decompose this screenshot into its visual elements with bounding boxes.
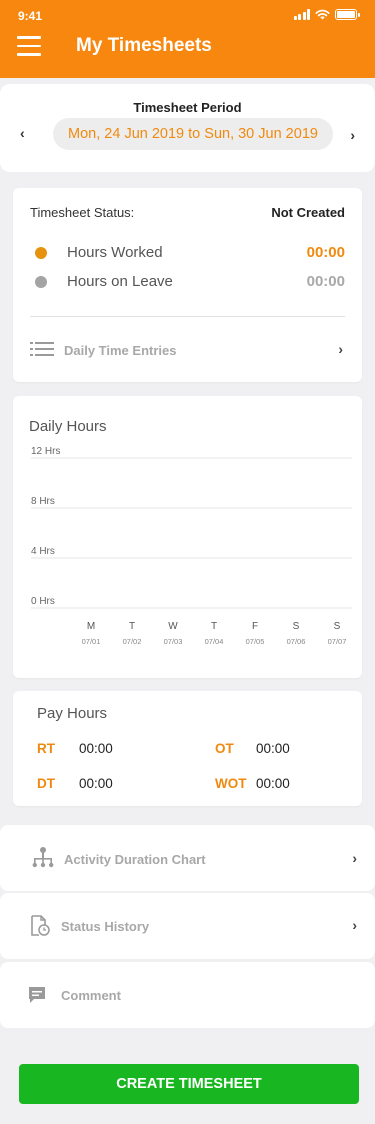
pay-value-wot: 00:00 xyxy=(256,776,290,791)
x-tick-date: 07/07 xyxy=(328,637,347,646)
document-clock-icon xyxy=(31,915,50,936)
x-tick-day: W xyxy=(168,621,178,632)
chevron-right-icon: › xyxy=(352,917,357,933)
menu-icon[interactable] xyxy=(17,36,41,56)
wifi-icon xyxy=(315,9,330,20)
y-tick-label: 8 Hrs xyxy=(31,496,55,507)
comment-icon xyxy=(29,987,45,1003)
x-tick-day: S xyxy=(293,621,300,632)
hours-on-leave-value: 00:00 xyxy=(306,273,345,290)
pay-value-ot: 00:00 xyxy=(256,741,290,756)
status-history-label: Status History xyxy=(61,919,150,934)
x-tick-day: T xyxy=(129,621,135,632)
status-label: Timesheet Status: xyxy=(30,205,135,220)
period-range-selector[interactable]: Mon, 24 Jun 2019 to Sun, 30 Jun 2019 xyxy=(53,118,333,150)
status-icons xyxy=(293,9,360,20)
x-tick-date: 07/01 xyxy=(82,637,101,646)
x-tick-date: 07/06 xyxy=(287,637,306,646)
activity-duration-chart-link[interactable]: Activity Duration Chart › xyxy=(0,825,375,891)
y-tick-label: 12 Hrs xyxy=(31,446,60,457)
hours-on-leave-row: Hours on Leave 00:00 xyxy=(30,271,345,293)
daily-time-entries-link[interactable]: Daily Time Entries › xyxy=(30,338,345,362)
x-tick-date: 07/03 xyxy=(164,637,183,646)
hours-worked-label: Hours Worked xyxy=(67,244,163,261)
org-chart-icon xyxy=(32,847,54,868)
x-tick-date: 07/04 xyxy=(205,637,224,646)
list-icon xyxy=(30,341,54,357)
status-value: Not Created xyxy=(271,205,345,220)
x-tick-day: F xyxy=(252,621,258,632)
x-tick-day: S xyxy=(334,621,341,632)
y-tick-label: 0 Hrs xyxy=(31,596,55,607)
chevron-left-icon[interactable]: ‹ xyxy=(20,125,25,141)
x-tick-date: 07/05 xyxy=(246,637,265,646)
status-bar: 9:41 xyxy=(0,0,375,30)
pay-value-dt: 00:00 xyxy=(79,776,113,791)
chevron-right-icon: › xyxy=(338,341,343,357)
timesheet-period-card: Timesheet Period ‹ Mon, 24 Jun 2019 to S… xyxy=(0,84,375,172)
chevron-right-icon: › xyxy=(352,850,357,866)
x-tick-day: M xyxy=(87,621,95,632)
pay-code-ot: OT xyxy=(215,741,234,756)
page-title: My Timesheets xyxy=(76,35,212,56)
activity-duration-chart-label: Activity Duration Chart xyxy=(64,852,206,867)
status-history-link[interactable]: Status History › xyxy=(0,893,375,959)
pay-hours-card: Pay Hours RT 00:00 OT 00:00 DT 00:00 WOT… xyxy=(13,691,362,806)
daily-hours-chart: 12 Hrs 8 Hrs 4 Hrs 0 Hrs M 07/01 T 07/02 W 07/03 T… xyxy=(31,446,352,646)
app-bar: My Timesheets xyxy=(0,30,375,78)
y-tick-label: 4 Hrs xyxy=(31,546,55,557)
period-label: Timesheet Period xyxy=(133,100,242,115)
pay-code-rt: RT xyxy=(37,741,55,756)
pay-value-rt: 00:00 xyxy=(79,741,113,756)
orange-dot-icon xyxy=(35,247,47,259)
hours-on-leave-label: Hours on Leave xyxy=(67,273,173,290)
pay-code-wot: WOT xyxy=(215,776,247,791)
divider xyxy=(30,316,345,317)
gray-dot-icon xyxy=(35,276,47,288)
pay-code-dt: DT xyxy=(37,776,55,791)
chevron-right-icon[interactable]: › xyxy=(350,127,355,143)
daily-time-entries-label: Daily Time Entries xyxy=(64,343,177,358)
battery-icon xyxy=(335,9,360,20)
comment-link[interactable]: Comment xyxy=(0,962,375,1028)
cellular-signal-icon xyxy=(293,9,310,20)
timesheet-status-card: Timesheet Status: Not Created Hours Work… xyxy=(13,188,362,382)
status-time: 9:41 xyxy=(18,9,43,23)
create-timesheet-button[interactable]: CREATE TIMESHEET xyxy=(19,1064,359,1104)
pay-hours-title: Pay Hours xyxy=(37,705,108,722)
daily-hours-card: Daily Hours 12 Hrs 8 Hrs 4 Hrs 0 Hrs M 07/01 T… xyxy=(13,396,362,678)
hours-worked-row: Hours Worked 00:00 xyxy=(30,242,345,264)
x-tick-day: T xyxy=(211,621,217,632)
x-tick-date: 07/02 xyxy=(123,637,142,646)
comment-label: Comment xyxy=(61,988,121,1003)
hours-worked-value: 00:00 xyxy=(306,244,345,261)
